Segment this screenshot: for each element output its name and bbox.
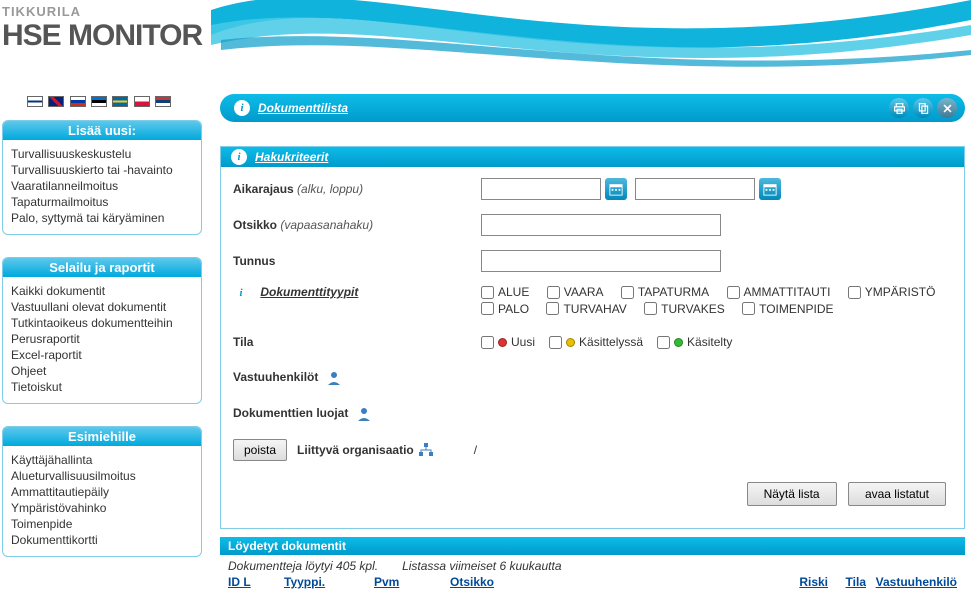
- panel-add-new: Lisää uusi: Turvallisuuskeskustelu Turva…: [2, 120, 202, 235]
- type-checkbox[interactable]: VAARA: [547, 285, 604, 299]
- label-responsible: Vastuuhenkilöt: [233, 370, 318, 384]
- sidebar-item[interactable]: Ammattitautiepäily: [11, 484, 193, 500]
- found-heading: Löydetyt dokumentit: [220, 537, 965, 555]
- label-doc-types[interactable]: Dokumenttityypit: [260, 285, 358, 299]
- copy-icon[interactable]: [913, 98, 933, 118]
- info-icon[interactable]: i: [233, 285, 249, 301]
- sidebar-item[interactable]: Palo, syttymä tai käryäminen: [11, 210, 193, 226]
- status-checkbox-processing[interactable]: Käsittelyssä: [549, 335, 643, 349]
- sidebar-item[interactable]: Turvallisuuskeskustelu: [11, 146, 193, 162]
- label-title: Otsikko: [233, 218, 277, 232]
- search-heading[interactable]: Hakukriteerit: [255, 150, 328, 164]
- type-checkbox[interactable]: TOIMENPIDE: [742, 302, 833, 316]
- print-icon[interactable]: [889, 98, 909, 118]
- sidebar-item[interactable]: Vaaratilanneilmoitus: [11, 178, 193, 194]
- org-value: /: [474, 443, 477, 457]
- person-icon[interactable]: [356, 406, 372, 422]
- sidebar-item[interactable]: Käyttäjähallinta: [11, 452, 193, 468]
- date-start-input[interactable]: [481, 178, 601, 200]
- col-title[interactable]: Otsikko: [450, 575, 494, 589]
- sidebar-item[interactable]: Turvallisuuskierto tai -havainto: [11, 162, 193, 178]
- show-list-button[interactable]: Näytä lista: [747, 482, 837, 506]
- org-icon[interactable]: [418, 442, 434, 458]
- calendar-icon[interactable]: [759, 178, 781, 200]
- date-end-input[interactable]: [635, 178, 755, 200]
- col-status[interactable]: Tila: [846, 575, 866, 589]
- panel-add-new-title: Lisää uusi:: [3, 121, 201, 140]
- hint-title: (vapaasanahaku): [280, 218, 373, 232]
- type-checkbox[interactable]: TAPATURMA: [621, 285, 709, 299]
- search-criteria-box: i Hakukriteerit Aikarajaus (alku, loppu)…: [220, 146, 965, 529]
- brand-name: TIKKURILA: [2, 4, 202, 19]
- product-name: HSE MONITOR: [2, 19, 202, 53]
- label-id: Tunnus: [233, 254, 481, 268]
- label-date-range: Aikarajaus: [233, 182, 294, 196]
- language-flags: [2, 94, 202, 108]
- hint-date-range: (alku, loppu): [297, 182, 363, 196]
- status-checkbox-new[interactable]: Uusi: [481, 335, 535, 349]
- sidebar-item[interactable]: Tapaturmailmoitus: [11, 194, 193, 210]
- title-input[interactable]: [481, 214, 721, 236]
- sidebar-item[interactable]: Kaikki dokumentit: [11, 283, 193, 299]
- sidebar-item[interactable]: Perusraportit: [11, 331, 193, 347]
- type-checkbox[interactable]: TURVAKES: [644, 302, 725, 316]
- open-listed-button[interactable]: avaa listatut: [848, 482, 946, 506]
- flag-rs[interactable]: [155, 96, 171, 107]
- found-count: Dokumentteja löytyi 405 kpl.: [228, 559, 378, 573]
- panel-managers-title: Esimiehille: [3, 427, 201, 446]
- id-input[interactable]: [481, 250, 721, 272]
- col-date[interactable]: Pvm: [374, 575, 399, 589]
- close-icon[interactable]: [937, 98, 957, 118]
- remove-button[interactable]: poista: [233, 439, 287, 461]
- sidebar-item[interactable]: Ohjeet: [11, 363, 193, 379]
- flag-ru[interactable]: [70, 96, 86, 107]
- calendar-icon[interactable]: [605, 178, 627, 200]
- label-creators: Dokumenttien luojat: [233, 406, 348, 420]
- type-checkbox[interactable]: AMMATTITAUTI: [727, 285, 831, 299]
- label-organization: Liittyvä organisaatio: [297, 443, 414, 457]
- info-icon[interactable]: i: [231, 149, 247, 165]
- type-checkbox[interactable]: TURVAHAV: [546, 302, 626, 316]
- person-icon[interactable]: [326, 370, 342, 386]
- sidebar-item[interactable]: Vastuullani olevat dokumentit: [11, 299, 193, 315]
- sidebar-item[interactable]: Ympäristövahinko: [11, 500, 193, 516]
- flag-pl[interactable]: [134, 96, 150, 107]
- col-risk[interactable]: Riski: [799, 575, 828, 589]
- sidebar-item[interactable]: Excel-raportit: [11, 347, 193, 363]
- found-range: Listassa viimeiset 6 kuukautta: [402, 559, 561, 573]
- header-wave-graphic: [211, 0, 971, 90]
- col-responsible[interactable]: Vastuuhenkilö: [876, 575, 957, 589]
- page-title[interactable]: Dokumenttilista: [258, 101, 348, 115]
- type-checkbox[interactable]: YMPÄRISTÖ: [848, 285, 936, 299]
- flag-ee[interactable]: [91, 96, 107, 107]
- app-header: TIKKURILA HSE MONITOR: [0, 0, 971, 90]
- flag-se[interactable]: [112, 96, 128, 107]
- sidebar-item[interactable]: Alueturvallisuusilmoitus: [11, 468, 193, 484]
- info-icon[interactable]: i: [234, 100, 250, 116]
- sidebar-item[interactable]: Tutkintaoikeus dokumentteihin: [11, 315, 193, 331]
- table-header: ID L Tyyppi. Pvm Otsikko Riski Tila Vast…: [220, 575, 965, 593]
- panel-managers: Esimiehille Käyttäjähallinta Alueturvall…: [2, 426, 202, 557]
- page-titlebar: i Dokumenttilista: [220, 94, 965, 122]
- status-checkbox-processed[interactable]: Käsitelty: [657, 335, 732, 349]
- col-type[interactable]: Tyyppi.: [284, 575, 325, 589]
- flag-gb[interactable]: [48, 96, 64, 107]
- col-id[interactable]: ID L: [228, 575, 251, 589]
- type-checkbox[interactable]: ALUE: [481, 285, 529, 299]
- panel-browse-title: Selailu ja raportit: [3, 258, 201, 277]
- sidebar-item[interactable]: Tietoiskut: [11, 379, 193, 395]
- panel-browse: Selailu ja raportit Kaikki dokumentit Va…: [2, 257, 202, 404]
- type-checkbox[interactable]: PALO: [481, 302, 529, 316]
- sidebar-item[interactable]: Dokumenttikortti: [11, 532, 193, 548]
- flag-fi[interactable]: [27, 96, 43, 107]
- label-status: Tila: [233, 335, 481, 349]
- sidebar-item[interactable]: Toimenpide: [11, 516, 193, 532]
